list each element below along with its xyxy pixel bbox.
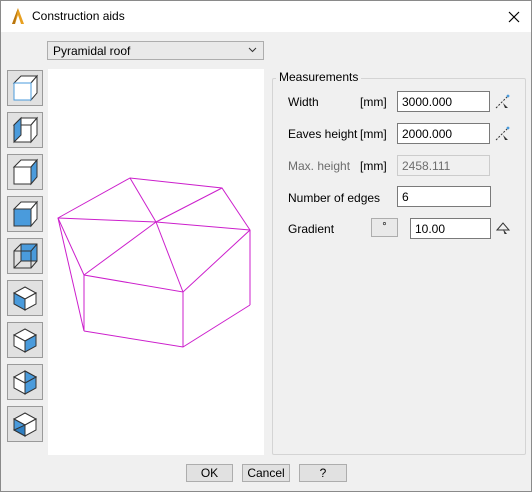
eaves-height-input[interactable]: 2000.000 (397, 123, 490, 144)
cube-right-face-icon (12, 158, 39, 186)
measure-pick-icon[interactable] (494, 94, 510, 110)
width-input[interactable]: 3000.000 (397, 91, 490, 112)
view-button-9[interactable] (7, 406, 43, 442)
gradient-unit-button[interactable]: ° (371, 218, 398, 237)
cube-back-face-icon (13, 243, 38, 269)
view-button-7[interactable] (7, 322, 43, 358)
view-button-2[interactable] (7, 112, 43, 148)
dialog-window: Construction aids Pyramidal roof Measure… (0, 0, 532, 492)
iso-cube-bottom-left-icon (12, 412, 38, 437)
close-icon (508, 11, 520, 22)
title-bar: Construction aids (1, 1, 531, 32)
view-button-6[interactable] (7, 280, 43, 316)
measurements-title: Measurements (276, 70, 362, 84)
view-button-4[interactable] (7, 196, 43, 232)
cancel-button[interactable]: Cancel (242, 464, 290, 482)
measure-pick-icon[interactable] (494, 126, 510, 142)
roof-preview-canvas[interactable] (48, 69, 264, 455)
base-outline (83, 304, 251, 348)
max-height-label: Max. height (288, 159, 351, 173)
gradient-label: Gradient (288, 222, 335, 236)
view-button-8[interactable] (7, 364, 43, 400)
edges-label: Number of edges (288, 191, 381, 205)
roof-type-value: Pyramidal roof (53, 44, 131, 58)
iso-cube-top-right-icon (12, 370, 38, 395)
roof-eaves-outline (57, 177, 251, 293)
max-height-unit: [mm] (360, 159, 387, 173)
iso-cube-left-icon (12, 286, 38, 311)
gradient-input[interactable]: 10.00 (410, 218, 491, 239)
chevron-down-icon (248, 47, 257, 53)
view-button-5[interactable] (7, 238, 43, 274)
help-button[interactable]: ? (299, 464, 347, 482)
view-button-3[interactable] (7, 154, 43, 190)
roof-edge (129, 177, 157, 223)
angle-pick-icon[interactable] (495, 220, 511, 236)
roof-edge (155, 187, 223, 223)
pyramidal-roof-wireframe (57, 177, 251, 348)
ok-button[interactable]: OK (186, 464, 233, 482)
width-unit: [mm] (360, 95, 387, 109)
roof-edge (155, 221, 184, 293)
roof-edge (83, 221, 157, 276)
edges-input[interactable]: 6 (397, 186, 491, 207)
roof-edge (57, 217, 157, 223)
view-button-1[interactable] (7, 70, 43, 106)
close-button[interactable] (497, 1, 531, 32)
cube-outline-icon (12, 74, 39, 102)
cube-left-face-icon (12, 116, 39, 144)
eaves-height-label: Eaves height (288, 127, 358, 141)
cube-front-face-icon (12, 200, 39, 228)
roof-type-select[interactable]: Pyramidal roof (47, 41, 264, 60)
iso-cube-right-icon (12, 328, 38, 353)
app-logo-icon (12, 8, 24, 24)
eaves-height-unit: [mm] (360, 127, 387, 141)
window-title: Construction aids (32, 9, 125, 23)
wall-edge (57, 217, 85, 332)
roof-edge (155, 221, 251, 231)
max-height-field: 2458.111 (397, 155, 490, 176)
width-label: Width (288, 95, 319, 109)
